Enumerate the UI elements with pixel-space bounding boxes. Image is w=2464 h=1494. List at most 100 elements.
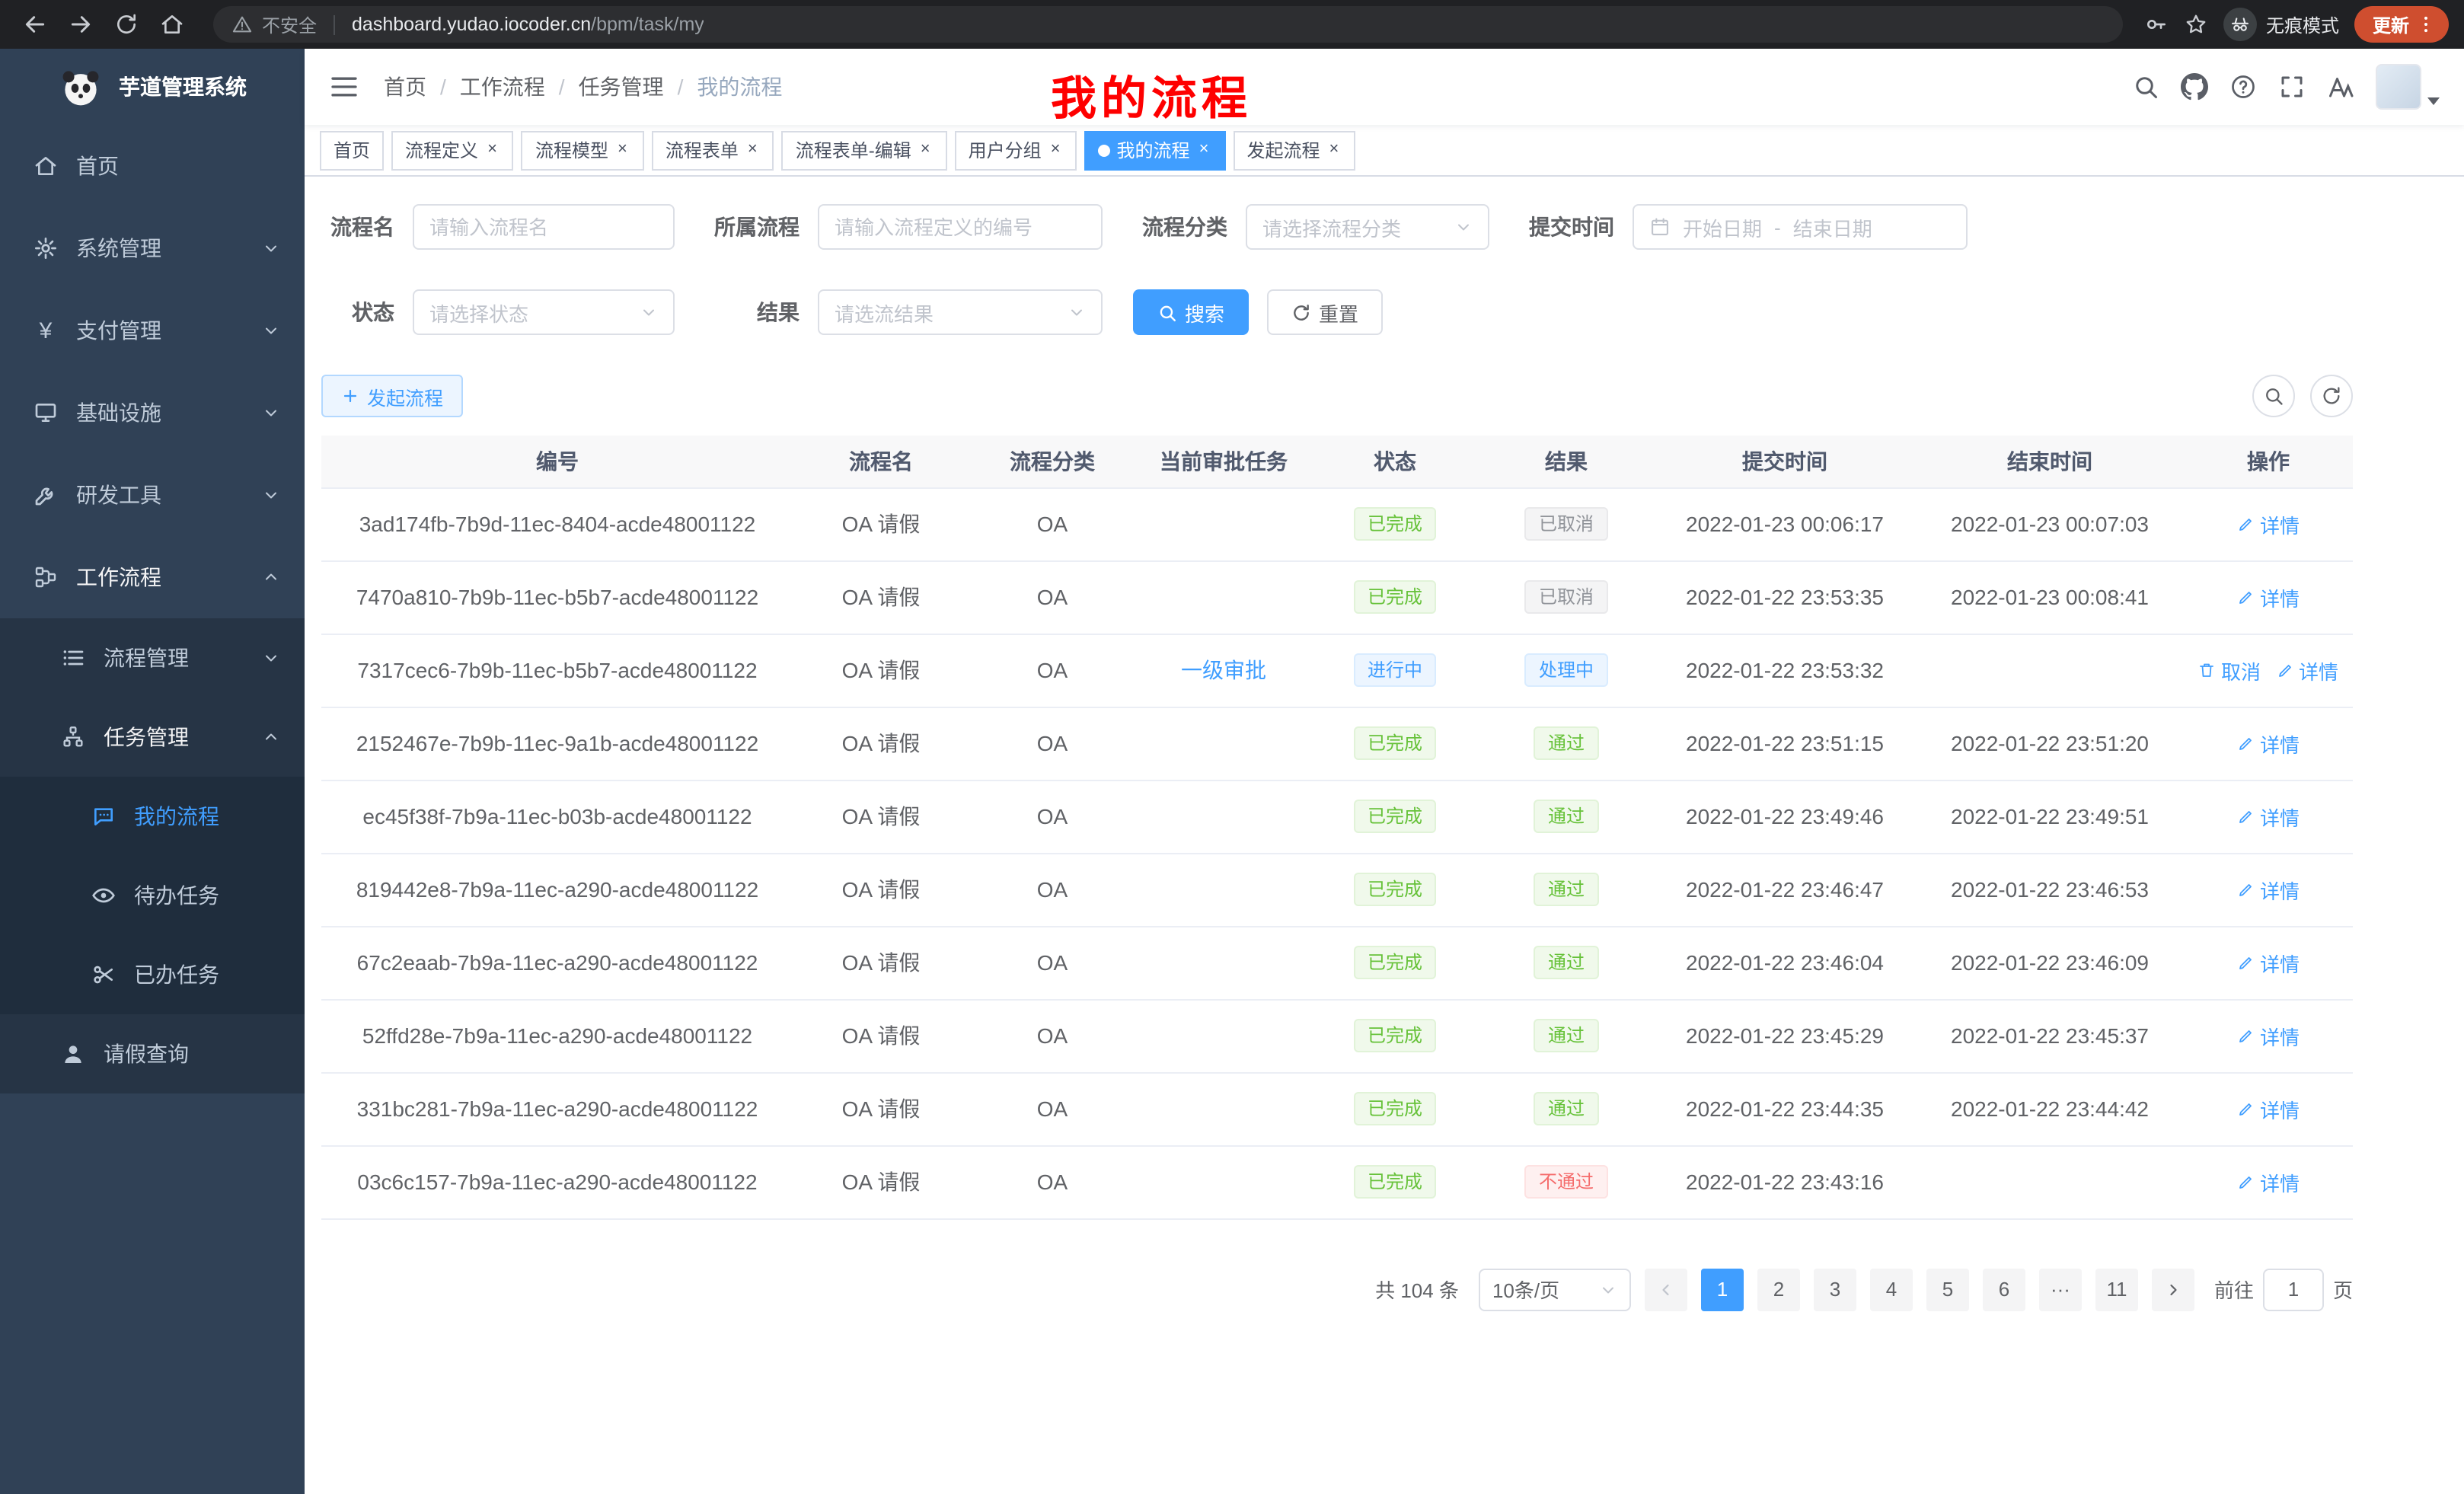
- toggle-search-button[interactable]: [2252, 375, 2295, 417]
- close-icon[interactable]: ×: [484, 140, 500, 160]
- sidebar-item-todo-tasks[interactable]: 待办任务: [0, 856, 305, 935]
- sidebar-item-my-process[interactable]: 我的流程: [0, 777, 305, 856]
- close-icon[interactable]: ×: [614, 140, 630, 160]
- close-icon[interactable]: ×: [918, 140, 934, 160]
- page-button-6[interactable]: 6: [1983, 1268, 2025, 1310]
- hamburger-icon[interactable]: [329, 72, 359, 102]
- help-icon[interactable]: [2229, 73, 2257, 101]
- tab-process-definition[interactable]: 流程定义×: [391, 130, 514, 170]
- address-bar[interactable]: 不安全 dashboard.yudao.iocoder.cn/bpm/task/…: [213, 6, 2123, 43]
- github-icon[interactable]: [2181, 73, 2208, 101]
- sidebar-item-task-management[interactable]: 任务管理: [0, 698, 305, 777]
- sidebar-item-workflow[interactable]: 工作流程: [0, 536, 305, 618]
- refresh-table-button[interactable]: [2310, 375, 2353, 417]
- breadcrumb-item[interactable]: 首页: [384, 72, 426, 102]
- result-tag: 通过: [1534, 726, 1598, 760]
- close-icon[interactable]: ×: [1048, 140, 1064, 160]
- next-page-button[interactable]: [2152, 1268, 2194, 1310]
- detail-link[interactable]: 详情: [2237, 875, 2300, 904]
- avatar[interactable]: [2376, 64, 2421, 110]
- close-icon[interactable]: ×: [1326, 140, 1342, 160]
- submit-time-range-picker[interactable]: 开始日期 - 结束日期: [1633, 204, 1968, 250]
- process-category-select[interactable]: 请选择流程分类: [1246, 204, 1489, 250]
- page-button-4[interactable]: 4: [1870, 1268, 1913, 1310]
- breadcrumb-item[interactable]: 任务管理: [579, 72, 664, 102]
- close-icon[interactable]: ×: [1196, 140, 1212, 160]
- breadcrumb-item[interactable]: 工作流程: [460, 72, 545, 102]
- more-vert-icon[interactable]: [2415, 14, 2437, 35]
- jump-page-input[interactable]: [2263, 1268, 2324, 1310]
- browser-toolbar: 不安全 dashboard.yudao.iocoder.cn/bpm/task/…: [0, 0, 2464, 49]
- user-menu[interactable]: [2376, 64, 2440, 110]
- search-icon[interactable]: [2132, 73, 2159, 101]
- prev-page-button[interactable]: [1645, 1268, 1687, 1310]
- key-icon[interactable]: [2144, 12, 2169, 37]
- detail-link[interactable]: 详情: [2237, 583, 2300, 611]
- sidebar-item-process-management[interactable]: 流程管理: [0, 618, 305, 698]
- page-button-1[interactable]: 1: [1701, 1268, 1744, 1310]
- page-size-select[interactable]: 10条/页: [1479, 1268, 1631, 1310]
- start-process-button[interactable]: 发起流程: [321, 375, 463, 417]
- detail-link[interactable]: 详情: [2237, 948, 2300, 977]
- app-logo[interactable]: 芋道管理系统: [0, 49, 305, 125]
- browser-update-button[interactable]: 更新: [2354, 6, 2449, 43]
- tab-my-process[interactable]: 我的流程×: [1085, 130, 1226, 170]
- result-tag: 已取消: [1525, 507, 1607, 541]
- security-label[interactable]: 不安全: [262, 11, 317, 37]
- reset-button[interactable]: 重置: [1267, 289, 1383, 335]
- tab-start-process[interactable]: 发起流程×: [1233, 130, 1355, 170]
- tab-process-form[interactable]: 流程表单×: [652, 130, 774, 170]
- detail-link[interactable]: 详情: [2237, 802, 2300, 831]
- back-button[interactable]: [15, 5, 55, 44]
- cell-id: 819442e8-7b9a-11ec-a290-acde48001122: [321, 853, 793, 926]
- chevron-down-icon: [262, 404, 280, 422]
- top-navbar: 首页 / 工作流程 / 任务管理 / 我的流程: [305, 49, 2464, 125]
- cell-submit-time: 2022-01-22 23:43:16: [1654, 1145, 1916, 1218]
- cell-id: 2152467e-7b9b-11ec-9a1b-acde48001122: [321, 707, 793, 780]
- tab-home[interactable]: 首页: [320, 130, 384, 170]
- process-name-input[interactable]: [413, 204, 675, 250]
- search-label: 搜索: [1185, 298, 1224, 327]
- cell-end-time: 2022-01-22 23:45:37: [1916, 999, 2184, 1072]
- more-pages-button[interactable]: ···: [2039, 1268, 2082, 1310]
- tab-process-form-edit[interactable]: 流程表单-编辑×: [782, 130, 947, 170]
- page-button-2[interactable]: 2: [1757, 1268, 1800, 1310]
- detail-link[interactable]: 详情: [2237, 1094, 2300, 1123]
- detail-label: 详情: [2260, 509, 2300, 538]
- detail-link[interactable]: 详情: [2276, 656, 2338, 685]
- detail-link[interactable]: 详情: [2237, 1167, 2300, 1196]
- sidebar-item-system[interactable]: 系统管理: [0, 207, 305, 289]
- edit-icon: [2237, 1173, 2255, 1191]
- sidebar-item-devtools[interactable]: 研发工具: [0, 454, 305, 536]
- detail-link[interactable]: 详情: [2237, 729, 2300, 758]
- tab-user-group[interactable]: 用户分组×: [955, 130, 1077, 170]
- sidebar-item-home[interactable]: 首页: [0, 125, 305, 207]
- home-button[interactable]: [152, 5, 192, 44]
- detail-link[interactable]: 详情: [2237, 1021, 2300, 1050]
- tab-process-model[interactable]: 流程模型×: [522, 130, 644, 170]
- sidebar-item-done-tasks[interactable]: 已办任务: [0, 935, 305, 1014]
- cell-category: OA: [969, 1145, 1136, 1218]
- sidebar-item-leave-query[interactable]: 请假查询: [0, 1014, 305, 1093]
- hierarchy-icon: [61, 725, 85, 749]
- forward-button[interactable]: [61, 5, 101, 44]
- edit-icon: [2276, 661, 2294, 679]
- sidebar-item-infrastructure[interactable]: 基础设施: [0, 372, 305, 454]
- process-definition-input[interactable]: [818, 204, 1103, 250]
- cell-actions: 详情: [2184, 560, 2353, 634]
- detail-link[interactable]: 详情: [2237, 509, 2300, 538]
- bookmark-star-icon[interactable]: [2184, 12, 2208, 37]
- cancel-link[interactable]: 取消: [2198, 656, 2261, 685]
- sidebar-item-payment[interactable]: ¥ 支付管理: [0, 289, 305, 372]
- fullscreen-icon[interactable]: [2278, 73, 2306, 101]
- search-button[interactable]: 搜索: [1133, 289, 1249, 335]
- page-button-11[interactable]: 11: [2095, 1268, 2138, 1310]
- font-size-icon[interactable]: [2327, 73, 2354, 101]
- task-link[interactable]: 一级审批: [1181, 658, 1266, 682]
- page-button-5[interactable]: 5: [1926, 1268, 1969, 1310]
- page-button-3[interactable]: 3: [1814, 1268, 1856, 1310]
- result-select[interactable]: 请选流结果: [818, 289, 1103, 335]
- close-icon[interactable]: ×: [745, 140, 761, 160]
- reload-button[interactable]: [107, 5, 146, 44]
- status-select[interactable]: 请选择状态: [413, 289, 675, 335]
